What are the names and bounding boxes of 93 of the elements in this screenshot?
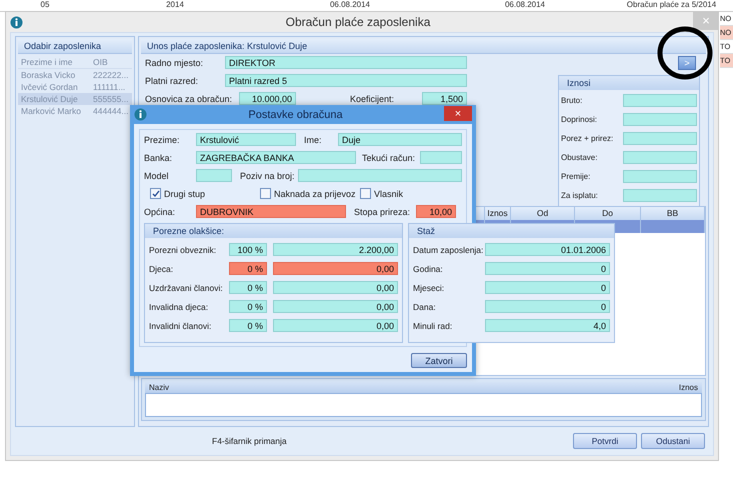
input-field[interactable] (623, 132, 697, 145)
checkbox[interactable]: Drugi stup (150, 188, 260, 199)
field-label: Djeca: (149, 264, 174, 274)
close-dialog-button[interactable]: Zatvori (411, 353, 467, 368)
input-field[interactable]: Krstulović (196, 133, 296, 146)
input-field[interactable]: 0 % (229, 319, 267, 332)
input-field[interactable]: 0,00 (273, 300, 398, 313)
footer-button[interactable]: Odustani (641, 433, 705, 449)
input-field[interactable]: 0,00 (273, 281, 398, 294)
check-icon (152, 190, 160, 198)
field-label: Porezni obveznik: (149, 244, 218, 254)
window-title: Obračun plaće zaposlenika (284, 15, 432, 29)
input-field[interactable]: ZAGREBAČKA BANKA (196, 151, 356, 164)
field-label: Obustave: (561, 153, 598, 162)
input-field[interactable]: 0 (485, 281, 610, 294)
table-cell-text: 05 (40, 0, 50, 11)
field-label: Bruto: (561, 96, 584, 105)
input-field[interactable] (623, 170, 697, 183)
field-label: Koeficijent: (350, 94, 396, 104)
field-label: Osnovica za obračun: (145, 94, 234, 104)
panel-title: Odabir zaposlenika (18, 39, 132, 54)
field-label: Godina: (413, 264, 444, 274)
input-field[interactable]: Duje (338, 133, 462, 146)
input-field[interactable] (623, 189, 697, 202)
field-label: Porez + prirez: (561, 134, 614, 143)
table-cell-text: 06.08.2014 (328, 0, 372, 11)
close-button[interactable]: × (444, 106, 472, 121)
checkbox[interactable]: Vlasnik (360, 188, 420, 199)
column-header: Iznos (485, 207, 511, 220)
field-label: Invalidni članovi: (149, 320, 212, 330)
input-field[interactable]: 0 % (229, 262, 267, 275)
field-label: Platni razred: (145, 76, 200, 86)
column-header: Do (575, 207, 641, 220)
input-field[interactable]: 4,0 (485, 319, 610, 332)
field-label: Invalidna djeca: (149, 302, 210, 312)
field-label: Datum zaposlenja: (413, 244, 484, 254)
input-field[interactable] (420, 151, 462, 164)
input-field[interactable]: Platni razred 5 (225, 74, 467, 87)
field-label: Banka: (144, 152, 174, 162)
field-label: Premije: (561, 172, 592, 181)
table-cell-text: Obračun plaće za 5/2014 (626, 0, 718, 11)
input-field[interactable]: 2.200,00 (273, 243, 398, 256)
annotation-circle (656, 25, 714, 81)
input-field[interactable]: 0 (485, 262, 610, 275)
checkbox[interactable]: Naknada za prijevoz (260, 188, 360, 199)
input-field[interactable]: 01.01.2006 (485, 243, 610, 256)
input-field[interactable]: 0 % (229, 281, 267, 294)
field-label: Ime: (304, 134, 323, 144)
input-field[interactable]: 0,00 (273, 319, 398, 332)
group-title: Staž (409, 224, 614, 238)
input-field[interactable]: 0 % (229, 300, 267, 313)
footer-button[interactable]: Potvrdi (573, 433, 637, 449)
input-field[interactable]: 10,00 (416, 205, 456, 218)
column-header: Naziv (145, 382, 602, 393)
field-label: Dana: (413, 302, 437, 312)
info-icon (10, 16, 23, 28)
shortcut-hint: F4-šifarnik primanja (212, 436, 288, 446)
field-label: Tekući račun: (362, 152, 416, 162)
field-label: Stopa prireza: (354, 206, 412, 216)
column-header: Prezime i ime (21, 56, 74, 68)
input-field[interactable] (623, 151, 697, 164)
column-header: Iznos (602, 382, 702, 393)
input-field[interactable]: 0 (485, 300, 610, 313)
input-field[interactable] (298, 169, 462, 182)
field-label: Minuli rad: (413, 320, 454, 330)
field-label: Za isplatu: (561, 191, 599, 200)
info-icon (134, 108, 147, 121)
table-cell-text: 2014 (165, 0, 185, 11)
input-field[interactable]: 100 % (229, 243, 267, 256)
panel-title: Unos plaće zaposlenika: Krstulović Duje (141, 39, 706, 54)
input-field[interactable] (196, 169, 232, 182)
input-field[interactable] (623, 94, 697, 107)
field-label: Uzdržavani članovi: (149, 282, 224, 292)
column-header: Od (511, 207, 575, 220)
input-field[interactable]: DIREKTOR (225, 56, 467, 69)
input-field[interactable]: 0,00 (273, 262, 398, 275)
field-label: Model (144, 170, 170, 180)
input-field[interactable] (623, 113, 697, 126)
dialog-title: Postavke obračuna (247, 108, 344, 120)
field-label: Mjeseci: (413, 282, 446, 292)
field-label: Doprinosi: (561, 115, 598, 124)
group-title: Porezne olakšice: (145, 224, 402, 238)
field-label: Poziv na broj: (240, 170, 296, 180)
field-label: Općina: (144, 206, 176, 216)
input-field[interactable]: 1,500 (422, 92, 467, 105)
column-header: OIB (93, 56, 109, 68)
group-title: Iznosi (559, 76, 699, 90)
table-cell-text: 06.08.2014 (504, 0, 546, 11)
input-field[interactable]: 10.000,00 (239, 92, 296, 105)
column-header: BB (641, 207, 705, 220)
input-field[interactable]: DUBROVNIK (196, 205, 346, 218)
field-label: Radno mjesto: (145, 58, 204, 68)
field-label: Prezime: (144, 134, 181, 144)
